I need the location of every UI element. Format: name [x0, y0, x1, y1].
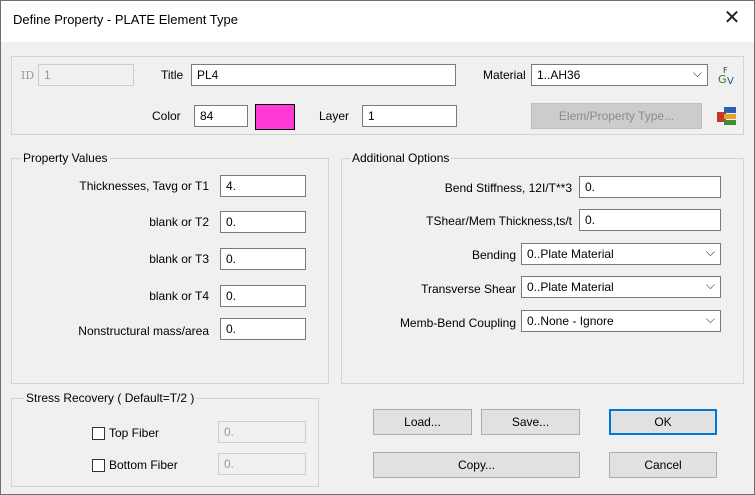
tshear-input[interactable]: 0.	[579, 209, 721, 231]
tshear-label: TShear/Mem Thickness,ts/t	[426, 214, 572, 228]
transverse-shear-label: Transverse Shear	[421, 282, 516, 296]
elem-property-type-button[interactable]: Elem/Property Type...	[531, 103, 702, 129]
material-select[interactable]: 1..AH36 ⌵	[531, 64, 708, 86]
define-property-dialog: Define Property - PLATE Element Type ✕ I…	[0, 0, 755, 495]
layer-label: Layer	[319, 109, 350, 123]
property-values-group-label: Property Values	[21, 151, 110, 165]
bottom-fiber-label: Bottom Fiber	[109, 458, 178, 472]
stress-recovery-group-label: Stress Recovery ( Default=T/2 )	[24, 391, 197, 405]
memb-bend-coupling-select[interactable]: 0..None - Ignore ⌵	[521, 310, 721, 332]
save-button[interactable]: Save...	[481, 409, 580, 435]
svg-text:V: V	[727, 76, 734, 87]
top-fiber-input: 0.	[218, 421, 306, 443]
color-label: Color	[152, 109, 181, 123]
thickness-t1-input[interactable]: 4.	[220, 175, 306, 197]
additional-options-group-label: Additional Options	[350, 151, 452, 165]
material-select-value: 1..AH36	[537, 68, 581, 82]
transverse-shear-select-value: 0..Plate Material	[527, 280, 614, 294]
nonstructural-mass-input[interactable]: 0.	[220, 318, 306, 340]
window-title: Define Property - PLATE Element Type	[13, 12, 238, 27]
cancel-button[interactable]: Cancel	[609, 452, 717, 478]
bending-label: Bending	[471, 248, 516, 262]
title-input[interactable]: PL4	[191, 64, 456, 86]
chevron-down-icon: ⌵	[692, 66, 702, 80]
bending-select[interactable]: 0..Plate Material ⌵	[521, 243, 721, 265]
chevron-down-icon: ⌵	[705, 312, 715, 326]
bending-select-value: 0..Plate Material	[527, 247, 614, 261]
thickness-t4-input[interactable]: 0.	[220, 285, 306, 307]
layer-input[interactable]: 1	[362, 105, 457, 127]
ok-button[interactable]: OK	[609, 409, 717, 435]
bottom-fiber-input: 0.	[218, 453, 306, 475]
title-bar: Define Property - PLATE Element Type ✕	[1, 1, 754, 42]
svg-text:G: G	[718, 73, 727, 86]
ok-button-label: OK	[654, 415, 672, 429]
thickness-t1-label: Thicknesses, Tavg or T1	[79, 179, 209, 193]
bottom-fiber-checkbox[interactable]	[92, 459, 105, 472]
thickness-t3-input[interactable]: 0.	[220, 248, 306, 270]
thickness-t4-label: blank or T4	[149, 289, 209, 303]
memb-bend-coupling-label: Memb-Bend Coupling	[399, 316, 516, 330]
bend-stiffness-label: Bend Stiffness, 12I/T**3	[444, 181, 572, 195]
bend-stiffness-input[interactable]: 0.	[579, 176, 721, 198]
material-library-icon[interactable]: F G V	[715, 63, 739, 87]
close-icon[interactable]: ✕	[722, 8, 742, 28]
thickness-t2-label: blank or T2	[149, 215, 209, 229]
chevron-down-icon: ⌵	[705, 278, 715, 292]
id-field: 1	[38, 64, 134, 86]
color-input[interactable]: 84	[194, 105, 248, 127]
title-label: Title	[161, 68, 184, 82]
memb-bend-coupling-select-value: 0..None - Ignore	[527, 314, 614, 328]
thickness-t3-label: blank or T3	[149, 252, 209, 266]
top-fiber-checkbox[interactable]	[92, 427, 105, 440]
color-swatch-button[interactable]	[255, 104, 295, 130]
id-label: ID	[21, 69, 35, 82]
load-button[interactable]: Load...	[373, 409, 472, 435]
transverse-shear-select[interactable]: 0..Plate Material ⌵	[521, 276, 721, 298]
copy-button[interactable]: Copy...	[373, 452, 580, 478]
element-type-icon[interactable]	[715, 104, 739, 128]
material-label: Material	[483, 68, 526, 82]
top-fiber-label: Top Fiber	[109, 426, 160, 440]
thickness-t2-input[interactable]: 0.	[220, 211, 306, 233]
nonstructural-mass-label: Nonstructural mass/area	[78, 324, 209, 338]
chevron-down-icon: ⌵	[705, 245, 715, 259]
